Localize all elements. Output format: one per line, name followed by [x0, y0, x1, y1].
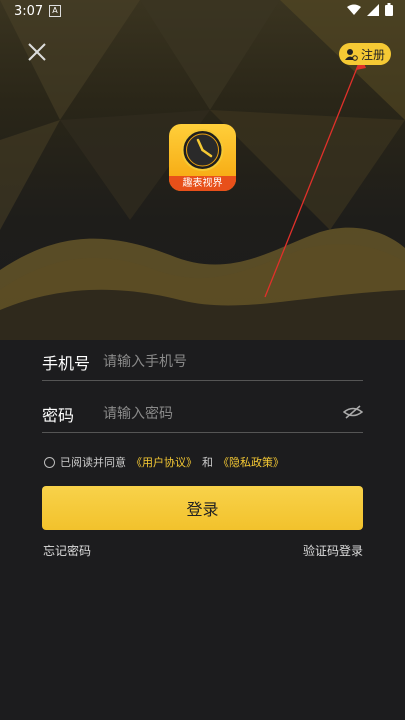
agreement-row: 已阅读并同意 《用户协议》和《隐私政策》: [44, 454, 284, 470]
logo-banner: 趣表视界: [169, 176, 236, 191]
agree-and: 和: [202, 456, 213, 469]
phone-label: 手机号: [42, 354, 91, 373]
close-icon[interactable]: [26, 41, 48, 63]
clock-icon: [181, 129, 224, 171]
password-input[interactable]: [101, 398, 335, 430]
battery-icon: [385, 3, 393, 16]
notification-icon: A: [49, 5, 61, 17]
wifi-icon: [347, 4, 361, 15]
status-bar: 3:07 A: [0, 0, 405, 24]
register-label: 注册: [360, 47, 385, 62]
status-icons: [347, 3, 393, 16]
agree-prefix: 已阅读并同意: [60, 456, 126, 469]
status-time: 3:07: [14, 4, 44, 19]
privacy-policy-link[interactable]: 《隐私政策》: [218, 454, 284, 470]
eye-off-icon[interactable]: [343, 404, 363, 420]
agree-radio[interactable]: [44, 456, 55, 468]
code-login-link[interactable]: 验证码登录: [303, 542, 363, 559]
register-button[interactable]: 注册: [339, 43, 391, 65]
phone-input[interactable]: [101, 346, 335, 378]
forgot-password-link[interactable]: 忘记密码: [43, 542, 91, 559]
user-add-icon: [344, 48, 358, 61]
password-label: 密码: [42, 406, 75, 425]
signal-icon: [367, 3, 379, 16]
user-agreement-link[interactable]: 《用户协议》: [131, 454, 197, 470]
login-button[interactable]: 登录: [42, 486, 363, 530]
phone-row: 手机号: [42, 344, 363, 381]
password-row: 密码: [42, 396, 363, 433]
app-logo: 趣表视界: [169, 124, 236, 191]
